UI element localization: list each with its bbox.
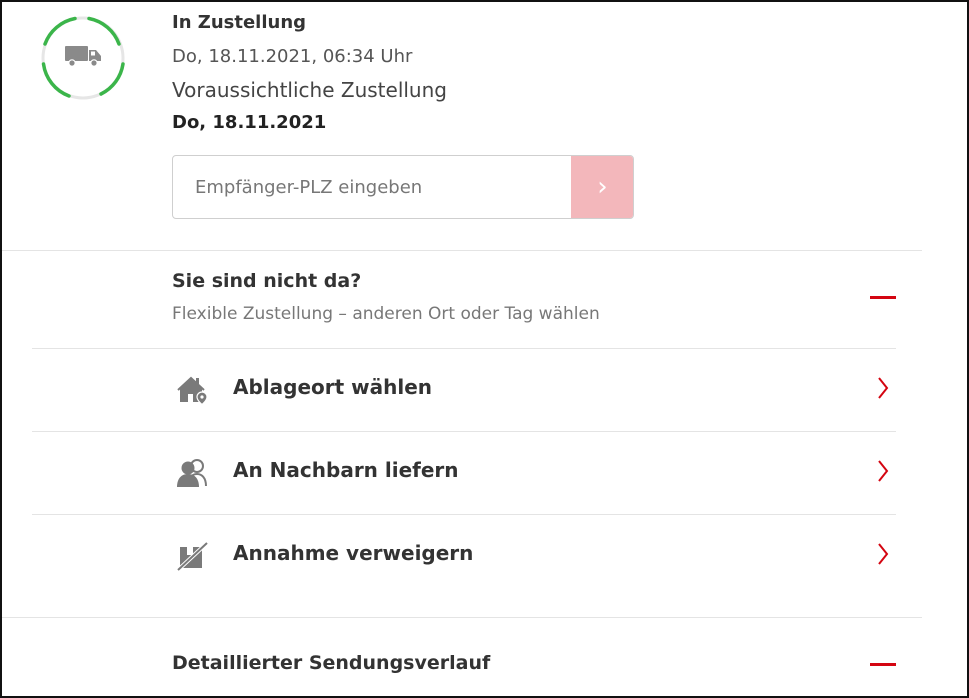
absence-section-subtitle: Flexible Zustellung – anderen Ort oder T… — [172, 304, 600, 324]
delivery-truck-icon — [65, 46, 101, 67]
plz-input[interactable] — [173, 156, 571, 218]
collapse-history-icon[interactable] — [870, 663, 896, 666]
option-label: Annahme verweigern — [233, 541, 474, 565]
plz-submit-button[interactable]: › — [571, 156, 633, 218]
collapse-absence-icon[interactable] — [870, 296, 896, 299]
chevron-right-icon — [878, 460, 889, 482]
option-label: Ablageort wählen — [233, 375, 433, 399]
refuse-package-icon — [177, 541, 209, 571]
status-timestamp: Do, 18.11.2021, 06:34 Uhr — [172, 46, 413, 67]
status-title: In Zustellung — [172, 12, 307, 33]
absence-section-title[interactable]: Sie sind nicht da? — [172, 270, 361, 292]
tracking-panel: In Zustellung Do, 18.11.2021, 06:34 Uhr … — [0, 0, 969, 698]
option-nachbarn[interactable]: An Nachbarn liefern — [32, 432, 896, 514]
option-ablageort[interactable]: Ablageort wählen — [32, 349, 896, 431]
option-label: An Nachbarn liefern — [233, 458, 459, 482]
divider — [2, 250, 922, 251]
neighbors-icon — [177, 459, 207, 487]
chevron-right-icon — [878, 377, 889, 399]
option-verweigern[interactable]: Annahme verweigern — [32, 515, 896, 597]
plz-form: › — [172, 155, 634, 219]
divider — [2, 617, 922, 618]
eta-label: Voraussichtliche Zustellung — [172, 78, 447, 102]
house-location-icon — [177, 376, 208, 405]
eta-date: Do, 18.11.2021 — [172, 112, 327, 133]
chevron-right-icon — [878, 543, 889, 565]
history-section-title[interactable]: Detaillierter Sendungsverlauf — [172, 652, 490, 674]
